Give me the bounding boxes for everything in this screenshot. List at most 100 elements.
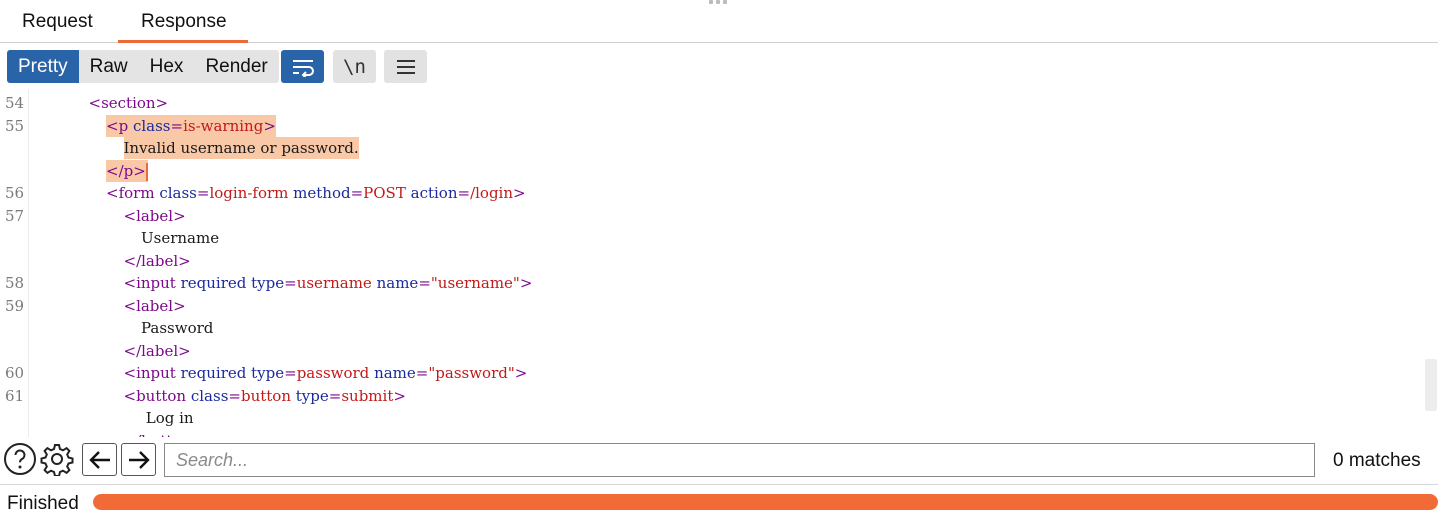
code-text: </label> xyxy=(124,340,191,362)
view-mode-selector: Pretty Raw Hex Render xyxy=(7,50,279,83)
code-line: 58 <input required type=username name="us… xyxy=(0,272,1420,295)
code-token: "username" xyxy=(430,274,520,292)
help-icon xyxy=(4,443,36,475)
code-token: Invalid username or password. xyxy=(123,139,359,157)
code-line: 61 <button class=button type=submit> xyxy=(0,385,1420,408)
gear-icon xyxy=(40,444,74,476)
line-number: 60 xyxy=(5,364,25,382)
code-token: </label> xyxy=(123,341,191,360)
code-token: /login xyxy=(470,184,514,202)
view-toolbar: Pretty Raw Hex Render \n xyxy=(0,43,1438,89)
code-token: = xyxy=(415,364,429,382)
code-token: = xyxy=(350,184,364,202)
code-token: class xyxy=(159,184,197,202)
code-text: Username xyxy=(141,227,219,249)
options-menu-button[interactable] xyxy=(384,50,427,83)
code-token: Password xyxy=(141,319,214,337)
code-token: <label> xyxy=(123,206,186,225)
line-number: 61 xyxy=(5,386,25,405)
search-input[interactable] xyxy=(164,443,1315,477)
code-token: = xyxy=(457,184,471,202)
highlighted-code: Invalid username or password. xyxy=(123,137,359,159)
code-token: <p xyxy=(106,116,133,135)
hamburger-menu-icon xyxy=(396,59,415,74)
vertical-scrollbar-thumb[interactable] xyxy=(1425,359,1437,411)
code-token: name xyxy=(374,364,416,382)
help-button[interactable] xyxy=(3,442,37,476)
code-line: Invalid username or password. xyxy=(0,137,1420,160)
arrow-right-icon xyxy=(128,450,150,469)
line-number: 58 xyxy=(5,274,25,292)
code-token: = xyxy=(196,184,210,202)
code-token: Username xyxy=(141,229,220,247)
line-number: 59 xyxy=(5,296,25,315)
line-number: 57 xyxy=(5,206,25,225)
word-wrap-icon xyxy=(292,59,314,77)
line-number: 54 xyxy=(5,94,25,112)
code-token: action xyxy=(410,184,458,202)
code-text: Log in xyxy=(141,407,194,429)
code-text: Password xyxy=(141,317,213,339)
code-line: </p> xyxy=(0,159,1420,183)
code-token: </p> xyxy=(106,161,146,180)
code-line: Log in xyxy=(0,407,1420,430)
match-count: 0 matches xyxy=(1333,450,1421,471)
code-line: Password xyxy=(0,317,1420,340)
view-mode-render[interactable]: Render xyxy=(194,50,278,83)
text-caret xyxy=(145,162,148,181)
code-text: <label> xyxy=(124,205,186,227)
search-settings-button[interactable] xyxy=(40,442,74,476)
view-mode-pretty[interactable]: Pretty xyxy=(7,50,79,83)
code-token: > xyxy=(519,274,533,292)
code-token: type xyxy=(251,274,285,292)
previous-match-button[interactable] xyxy=(82,443,117,476)
code-token: login-form xyxy=(209,184,289,202)
code-text: <input required type=username name="user… xyxy=(124,272,533,294)
code-text: <section> xyxy=(89,92,169,114)
tab-response[interactable]: Response xyxy=(118,8,248,43)
code-token: = xyxy=(170,116,184,135)
response-editor[interactable]: 54 <section> 55 <p class=is-warning> Invalid… xyxy=(0,89,1438,437)
code-line: </label> xyxy=(0,340,1420,363)
code-token: = xyxy=(328,386,342,405)
code-line: 55 <p class=is-warning> xyxy=(0,114,1420,138)
tab-request[interactable]: Request xyxy=(22,8,93,43)
code-token: method xyxy=(293,184,351,202)
next-match-button[interactable] xyxy=(121,443,156,476)
code-token: class xyxy=(132,116,171,135)
word-wrap-button[interactable] xyxy=(281,50,324,83)
code-token: class xyxy=(190,386,229,405)
view-mode-raw[interactable]: Raw xyxy=(79,50,139,83)
code-line: 60 <input required type=password name="pa… xyxy=(0,362,1420,385)
status-text: Finished xyxy=(7,493,79,514)
highlighted-code: </p> xyxy=(106,159,148,182)
code-token: type xyxy=(251,364,285,382)
code-text: </label> xyxy=(124,250,191,272)
code-text: <label> xyxy=(124,295,186,317)
code-token: required xyxy=(180,364,247,382)
code-token: <label> xyxy=(123,296,186,315)
code-line: 54 <section> xyxy=(0,92,1420,115)
view-mode-hex[interactable]: Hex xyxy=(139,50,195,83)
code-token: = xyxy=(228,386,241,405)
code-line: Username xyxy=(0,227,1420,250)
tab-response-label: Response xyxy=(141,11,227,32)
code-text: <button class=button type=submit> xyxy=(124,385,406,407)
code-token: POST xyxy=(363,184,406,202)
code-token: <button xyxy=(123,386,191,405)
code-token: Log in xyxy=(141,409,194,427)
code-token: <input xyxy=(123,274,181,292)
highlighted-code: <p class=is-warning> xyxy=(106,114,276,137)
code-token: > xyxy=(393,386,406,405)
code-line: 59 <label> xyxy=(0,295,1420,318)
code-token: <section> xyxy=(88,94,169,112)
code-token: required xyxy=(180,274,247,292)
show-newlines-button[interactable]: \n xyxy=(333,50,376,83)
code-token: password xyxy=(296,364,370,382)
code-token: name xyxy=(376,274,419,292)
code-line: 56 <form class=login-form method=POST act… xyxy=(0,182,1420,205)
progress-bar-fill xyxy=(93,494,1438,510)
code-line: 57 <label> xyxy=(0,205,1420,228)
request-response-tabs: Request Response xyxy=(0,0,1438,43)
code-text: <form class=login-form method=POST actio… xyxy=(106,182,526,204)
